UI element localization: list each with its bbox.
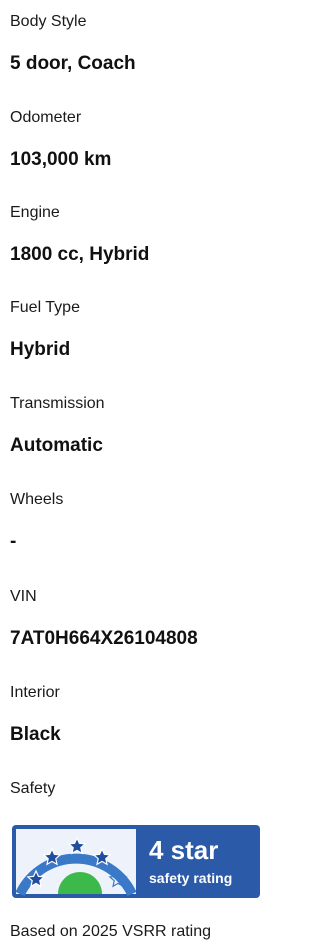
spec-label: Engine	[10, 204, 60, 221]
spec-label: Odometer	[10, 109, 82, 126]
spec-wheels: Wheels -	[10, 490, 322, 552]
spec-label: Body Style	[10, 13, 87, 30]
spec-interior: Interior Black	[10, 683, 322, 745]
spec-safety: Safety	[10, 779, 322, 799]
spec-label: Interior	[10, 684, 60, 701]
spec-value: 7AT0H664X26104808	[10, 628, 198, 649]
spec-fuel-type: Fuel Type Hybrid	[10, 298, 322, 360]
spec-value: Automatic	[10, 435, 103, 456]
spec-value: 103,000 km	[10, 149, 112, 170]
safety-footnote: Based on 2025 VSRR rating	[10, 923, 212, 940]
spec-vin: VIN 7AT0H664X26104808	[10, 587, 322, 649]
spec-label: Transmission	[10, 395, 105, 412]
safety-rating-badge: 4 star safety rating	[12, 825, 260, 898]
spec-value: Black	[10, 724, 61, 745]
spec-label: Fuel Type	[10, 299, 80, 316]
spec-value: Hybrid	[10, 339, 71, 360]
vehicle-specs-page: { "specs": [ {"label": "Body Style", "va…	[0, 0, 332, 945]
spec-label: Safety	[10, 780, 56, 797]
spec-body-style: Body Style 5 door, Coach	[10, 12, 322, 74]
spec-value: 1800 cc, Hybrid	[10, 244, 150, 265]
rating-subtext: safety rating	[149, 870, 232, 886]
spec-transmission: Transmission Automatic	[10, 394, 322, 456]
spec-odometer: Odometer 103,000 km	[10, 108, 322, 170]
spec-engine: Engine 1800 cc, Hybrid	[10, 203, 322, 265]
spec-value: 5 door, Coach	[10, 53, 136, 74]
spec-value: -	[10, 531, 17, 552]
rating-text: 4 star	[149, 835, 218, 865]
spec-label: VIN	[10, 588, 37, 605]
spec-label: Wheels	[10, 491, 64, 508]
